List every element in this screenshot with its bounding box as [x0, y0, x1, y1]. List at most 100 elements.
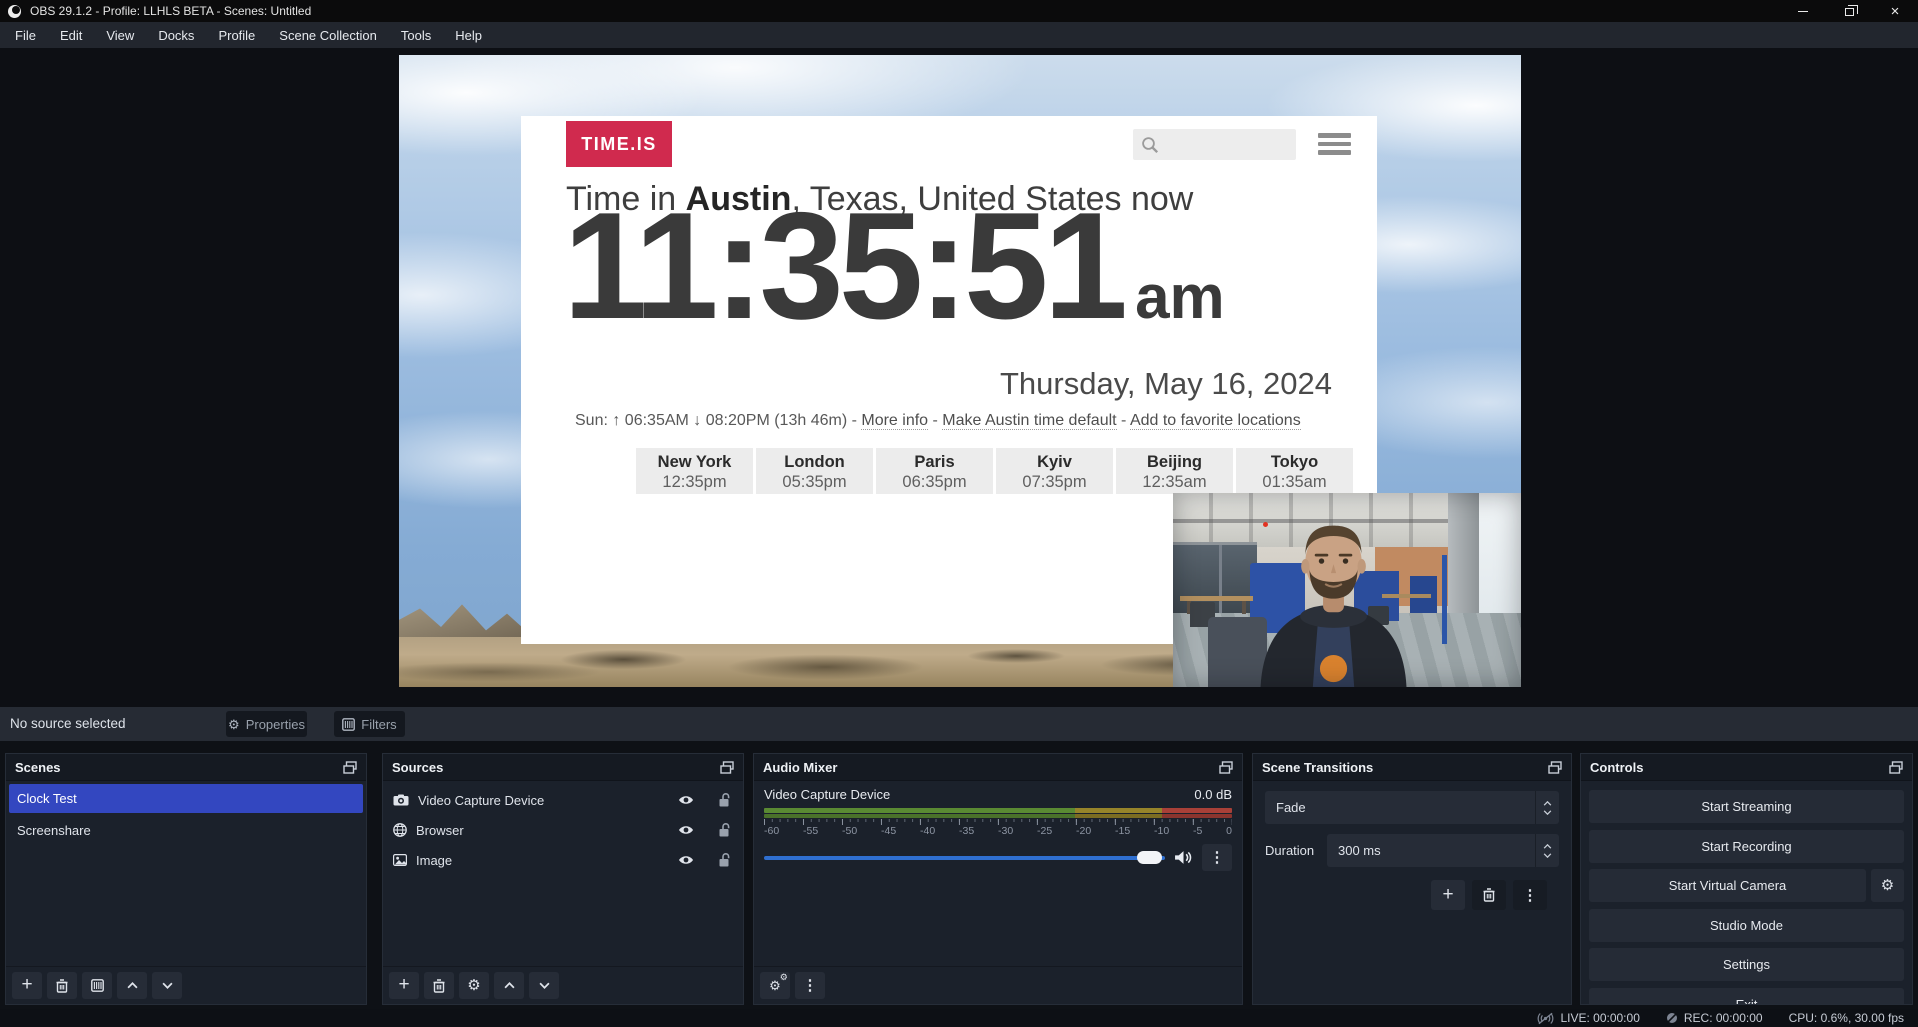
plus-icon: +: [398, 975, 409, 994]
duration-spinbox[interactable]: 300 ms: [1327, 834, 1559, 867]
filter-icon: [342, 718, 355, 731]
menu-view[interactable]: View: [94, 22, 146, 48]
mixer-dock-title: Audio Mixer: [763, 760, 837, 775]
scene-item-screenshare[interactable]: Screenshare: [9, 816, 363, 845]
menu-scene-collection[interactable]: Scene Collection: [267, 22, 389, 48]
chevron-up-icon: [504, 982, 515, 989]
start-streaming-button[interactable]: Start Streaming: [1589, 790, 1904, 823]
transition-select[interactable]: Fade: [1265, 791, 1559, 824]
live-status: LIVE: 00:00:00: [1537, 1011, 1639, 1025]
chevron-up-icon: [1543, 844, 1552, 849]
volume-slider[interactable]: [764, 856, 1165, 860]
globe-icon: [393, 823, 407, 837]
move-source-up-button[interactable]: [494, 972, 524, 999]
scene-filters-button[interactable]: [82, 972, 112, 999]
spinbox-arrows[interactable]: [1535, 834, 1559, 867]
restore-button[interactable]: [1826, 0, 1872, 22]
scene-item-clock-test[interactable]: Clock Test: [9, 784, 363, 813]
exit-button[interactable]: Exit: [1589, 988, 1904, 1005]
popout-icon[interactable]: [720, 761, 734, 774]
sources-dock: Sources Video Capture Device Browser Ima…: [382, 753, 744, 1005]
trash-icon: [433, 979, 445, 993]
popout-icon[interactable]: [1219, 761, 1233, 774]
start-virtual-camera-button[interactable]: Start Virtual Camera: [1589, 869, 1866, 902]
close-button[interactable]: ×: [1872, 0, 1918, 22]
kebab-menu-icon: ⋮: [1523, 888, 1538, 903]
remove-transition-button[interactable]: [1472, 880, 1506, 910]
visibility-eye-icon[interactable]: [678, 794, 694, 806]
advanced-audio-properties-button[interactable]: ⚙⚙: [760, 972, 790, 999]
chevron-up-icon: [127, 982, 138, 989]
popout-icon[interactable]: [343, 761, 357, 774]
popout-icon[interactable]: [1889, 761, 1903, 774]
kebab-menu-icon: ⋮: [803, 978, 818, 993]
city-box: Kyiv07:35pm: [996, 448, 1113, 494]
remove-source-button[interactable]: [424, 972, 454, 999]
speaker-icon[interactable]: [1174, 850, 1193, 865]
duration-label: Duration: [1265, 843, 1327, 858]
visibility-eye-icon[interactable]: [678, 824, 694, 836]
minimize-button[interactable]: [1780, 0, 1826, 22]
source-item-browser[interactable]: Browser: [383, 815, 743, 845]
source-item-video-capture[interactable]: Video Capture Device: [383, 785, 743, 815]
remove-scene-button[interactable]: [47, 972, 77, 999]
settings-button[interactable]: Settings: [1589, 948, 1904, 981]
webcam-overlay: [1173, 493, 1521, 687]
world-cities-row: New York12:35pm London05:35pm Paris06:35…: [636, 448, 1353, 494]
window-title: OBS 29.1.2 - Profile: LLHLS BETA - Scene…: [30, 4, 311, 18]
audio-mixer-dock: Audio Mixer Video Capture Device 0.0 dB …: [753, 753, 1243, 1005]
menu-bar: File Edit View Docks Profile Scene Colle…: [0, 22, 1918, 48]
trash-icon: [1483, 888, 1495, 902]
timeis-clock: 11:35:51: [563, 190, 1123, 342]
preview-canvas[interactable]: TIME.IS Time in Austin, Texas, United St…: [399, 55, 1521, 687]
mixer-source-name: Video Capture Device: [764, 787, 890, 802]
add-scene-button[interactable]: +: [12, 972, 42, 999]
timeis-meridiem: am: [1135, 267, 1225, 329]
filter-icon: [91, 979, 104, 992]
add-transition-button[interactable]: +: [1431, 880, 1465, 910]
broadcast-off-icon: [1537, 1012, 1554, 1025]
camera-icon: [393, 794, 409, 806]
scenes-dock-title: Scenes: [15, 760, 61, 775]
unlock-icon[interactable]: [719, 823, 731, 837]
minimize-icon: [1798, 11, 1808, 12]
chevron-down-icon: [1543, 853, 1552, 858]
move-source-down-button[interactable]: [529, 972, 559, 999]
add-source-button[interactable]: +: [389, 972, 419, 999]
status-bar: LIVE: 00:00:00 REC: 00:00:00 CPU: 0.6%, …: [0, 1009, 1918, 1027]
studio-mode-button[interactable]: Studio Mode: [1589, 909, 1904, 942]
unlock-icon[interactable]: [719, 853, 731, 867]
source-item-image[interactable]: Image: [383, 845, 743, 875]
mixer-item-menu-button[interactable]: ⋮: [1202, 844, 1232, 871]
virtual-camera-settings-button[interactable]: ⚙: [1871, 869, 1904, 902]
popout-icon[interactable]: [1548, 761, 1562, 774]
menu-docks[interactable]: Docks: [146, 22, 206, 48]
mixer-menu-button[interactable]: ⋮: [795, 972, 825, 999]
move-scene-down-button[interactable]: [152, 972, 182, 999]
transitions-dock-title: Scene Transitions: [1262, 760, 1373, 775]
unlock-icon[interactable]: [719, 793, 731, 807]
dock-area: Scenes Clock Test Screenshare +: [0, 741, 1918, 1009]
properties-button[interactable]: ⚙ Properties: [226, 711, 307, 737]
volume-slider-handle[interactable]: [1137, 851, 1162, 864]
menu-file[interactable]: File: [3, 22, 48, 48]
visibility-eye-icon[interactable]: [678, 854, 694, 866]
menu-edit[interactable]: Edit: [48, 22, 94, 48]
plus-icon: +: [1442, 885, 1453, 904]
menu-help[interactable]: Help: [443, 22, 494, 48]
preview-area: TIME.IS Time in Austin, Texas, United St…: [0, 48, 1918, 707]
transition-menu-button[interactable]: ⋮: [1513, 880, 1547, 910]
plus-icon: +: [21, 975, 32, 994]
menu-profile[interactable]: Profile: [206, 22, 267, 48]
move-scene-up-button[interactable]: [117, 972, 147, 999]
timeis-clock-row: 11:35:51 am: [563, 190, 1225, 342]
chevron-down-icon: [1543, 810, 1552, 815]
filters-button[interactable]: Filters: [334, 711, 405, 737]
select-arrows: [1535, 791, 1559, 824]
city-box: Beijing12:35am: [1116, 448, 1233, 494]
source-properties-button[interactable]: ⚙: [459, 972, 489, 999]
record-off-icon: [1666, 1012, 1678, 1024]
start-recording-button[interactable]: Start Recording: [1589, 830, 1904, 863]
menu-tools[interactable]: Tools: [389, 22, 443, 48]
chevron-down-icon: [162, 982, 173, 989]
